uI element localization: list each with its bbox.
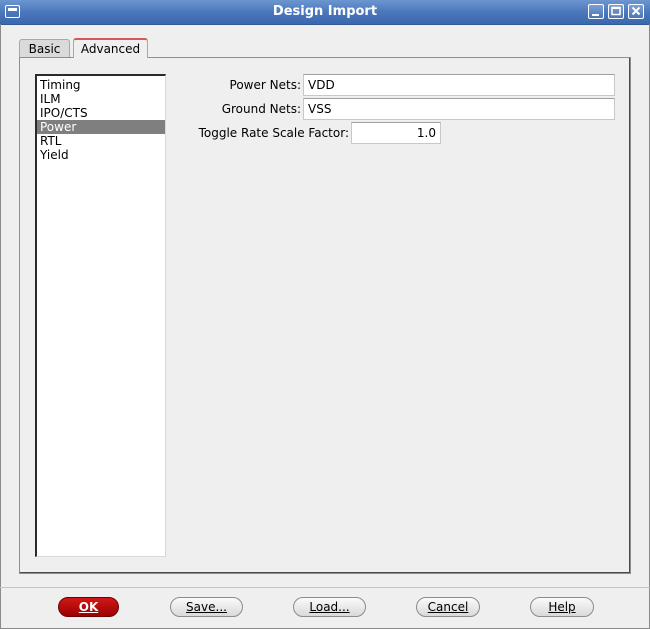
list-item-ilm[interactable]: ILM [37, 92, 165, 106]
ok-button[interactable]: OK [58, 597, 119, 617]
list-item-power[interactable]: Power [37, 120, 165, 134]
ok-button-label: OK [78, 600, 99, 614]
save-button-label: Save... [186, 600, 227, 614]
maximize-icon[interactable] [608, 4, 624, 19]
button-bar-separator [0, 587, 650, 588]
ground-nets-field[interactable]: VSS [303, 98, 615, 120]
close-icon[interactable] [628, 4, 644, 19]
save-button[interactable]: Save... [170, 597, 243, 617]
list-item-timing[interactable]: Timing [37, 78, 165, 92]
toggle-rate-field[interactable]: 1.0 [351, 122, 441, 144]
ground-nets-label: Ground Nets: [221, 102, 301, 116]
toggle-rate-label: Toggle Rate Scale Factor: [198, 126, 349, 140]
help-button[interactable]: Help [530, 597, 594, 617]
window-title: Design Import [272, 4, 378, 19]
help-button-label: Help [548, 600, 576, 614]
cancel-button[interactable]: Cancel [416, 597, 480, 617]
tab-basic[interactable]: Basic [19, 39, 70, 57]
tab-advanced[interactable]: Advanced [73, 38, 148, 58]
load-button-label: Load... [309, 600, 350, 614]
list-item-rtl[interactable]: RTL [37, 134, 165, 148]
category-list[interactable]: Timing ILM IPO/CTS Power RTL Yield [35, 74, 166, 557]
power-nets-field[interactable]: VDD [303, 74, 615, 96]
power-nets-label: Power Nets: [229, 78, 301, 92]
list-item-yield[interactable]: Yield [37, 148, 165, 162]
minimize-icon[interactable] [588, 4, 604, 19]
load-button[interactable]: Load... [293, 597, 366, 617]
cancel-button-label: Cancel [427, 600, 469, 614]
list-item-ipo-cts[interactable]: IPO/CTS [37, 106, 165, 120]
title-bar[interactable]: Design Import [0, 0, 650, 25]
